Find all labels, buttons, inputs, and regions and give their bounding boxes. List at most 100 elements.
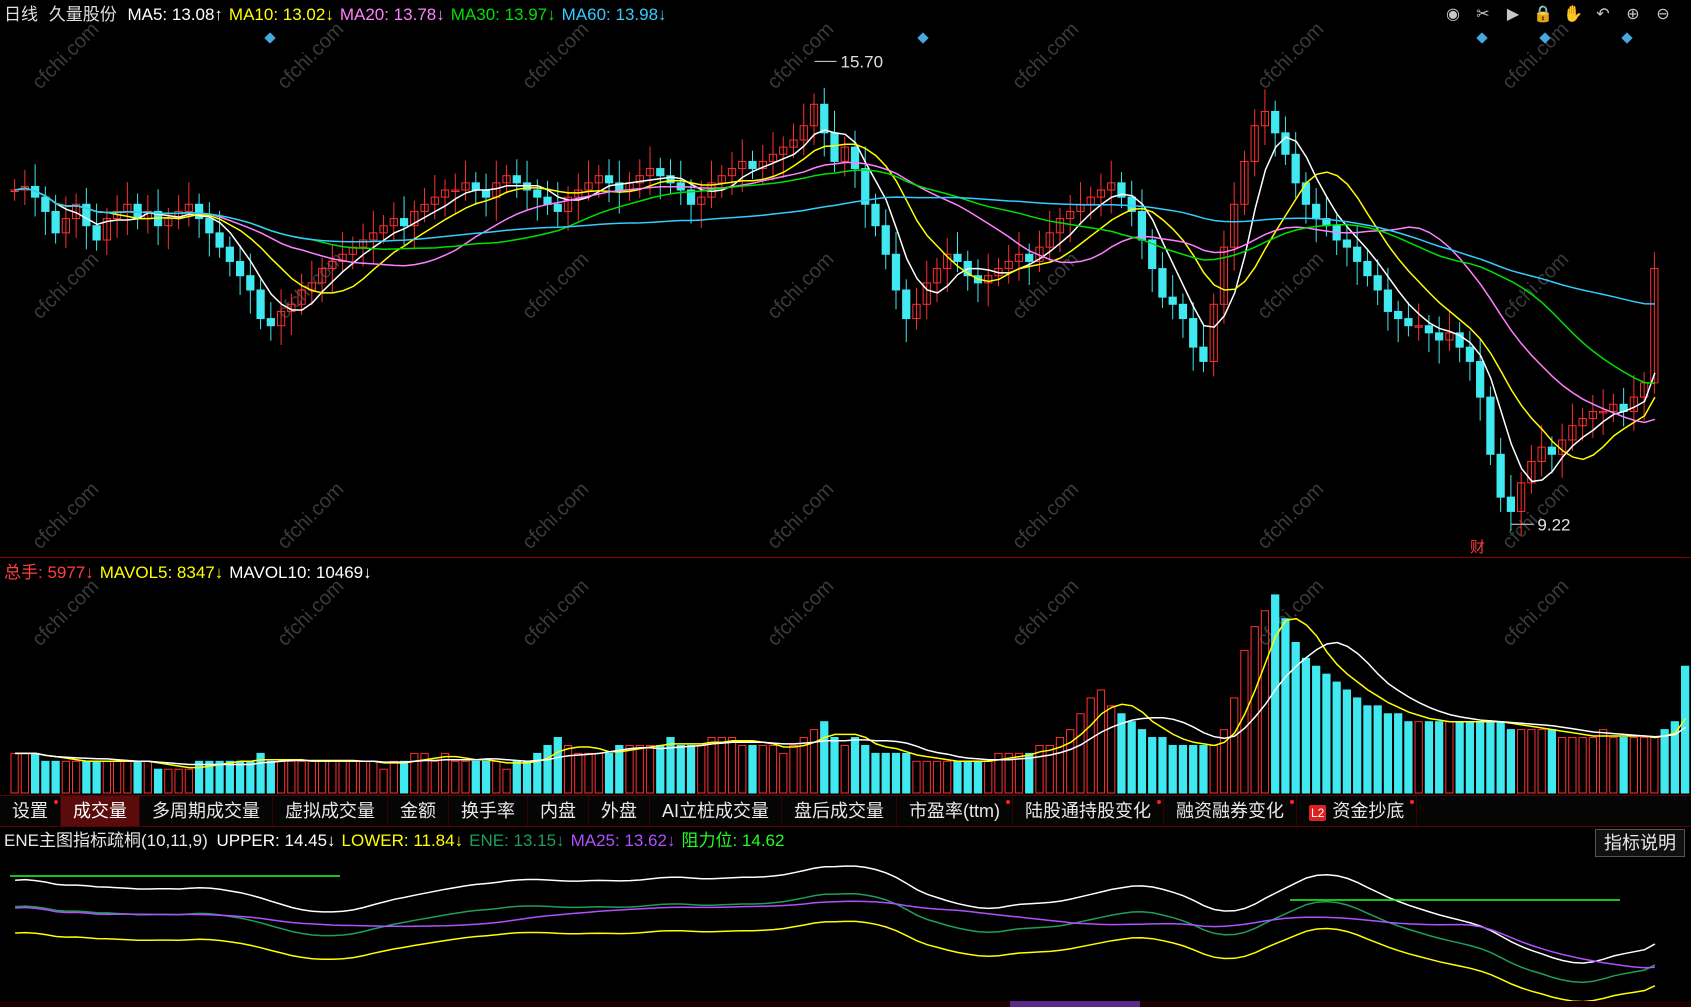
ma-legend-item-4: MA60: 13.98↓: [561, 5, 667, 24]
volume-bar: [1496, 721, 1505, 794]
volume-bar: [861, 744, 870, 794]
tab-10[interactable]: 市盈率(ttm): [897, 796, 1013, 826]
lock-icon[interactable]: 🔒: [1531, 3, 1555, 27]
volume-bar: [1117, 713, 1126, 794]
hand-icon[interactable]: ✋: [1561, 3, 1585, 27]
ma-legend-item-1: MA10: 13.02↓: [228, 5, 334, 24]
volume-bar: [338, 760, 347, 794]
candle: [246, 275, 255, 291]
watermark-text: cfchi.com: [518, 18, 593, 93]
watermark-text: cfchi.com: [763, 18, 838, 93]
tab-1[interactable]: 成交量: [61, 796, 140, 826]
volume-bar: [522, 760, 532, 794]
candle: [553, 203, 562, 212]
tab-7[interactable]: 外盘: [589, 796, 650, 826]
tab-3[interactable]: 虚拟成交量: [273, 796, 388, 826]
tab-11[interactable]: 陆股通持股变化: [1013, 796, 1164, 826]
watermark-text: cfchi.com: [1498, 575, 1573, 650]
candle: [604, 175, 614, 184]
event-diamond-icon[interactable]: [1476, 32, 1488, 44]
tab-9[interactable]: 盘后成交量: [782, 796, 898, 826]
tab-label: 金额: [400, 801, 436, 821]
volume-bar: [1578, 737, 1587, 794]
candle: [41, 196, 50, 212]
volume-bar: [1486, 721, 1495, 794]
volume-bar: [1066, 729, 1075, 794]
price-chart[interactable]: cfchi.com cfchi.com cfchi.com cfchi.com cfch…: [0, 0, 1691, 557]
volume-bar: [379, 768, 388, 794]
volume-bar: [850, 737, 860, 794]
zoom-in-icon[interactable]: ⊕: [1621, 3, 1645, 27]
volume-bar: [1383, 713, 1393, 794]
tab-dot: [1290, 800, 1294, 804]
volume-bar: [348, 760, 357, 794]
candle: [656, 168, 665, 177]
candle: [1025, 253, 1034, 262]
volume-bar: [984, 760, 993, 794]
candle: [533, 189, 542, 198]
tab-8[interactable]: AI立桩成交量: [650, 796, 783, 826]
volume-bar: [1394, 713, 1403, 794]
watermark-text: cfchi.com: [1253, 248, 1328, 323]
volume-bar: [1168, 744, 1177, 794]
time-scrollbar[interactable]: [0, 1001, 1691, 1007]
volume-bar: [543, 744, 552, 794]
indicator-explain-button[interactable]: 指标说明: [1595, 829, 1685, 857]
watermark-text: cfchi.com: [1498, 248, 1573, 323]
volume-bar: [830, 737, 839, 794]
volume-bar: [1086, 697, 1095, 794]
ene-lower-line: [15, 920, 1656, 1001]
volume-bar: [10, 752, 19, 794]
tab-2[interactable]: 多周期成交量: [140, 796, 273, 826]
scroll-thumb[interactable]: [1010, 1001, 1140, 1007]
tab-12[interactable]: 融资融券变化: [1164, 796, 1297, 826]
volume-bar: [758, 744, 767, 794]
volume-bar: [461, 760, 470, 794]
volume-bar: [563, 744, 573, 794]
candle: [205, 218, 214, 234]
watermark-text: cfchi.com: [518, 248, 593, 323]
volume-bar: [697, 744, 706, 794]
volume-chart[interactable]: cfchi.com cfchi.com cfchi.com cfchi.com cfch…: [0, 557, 1691, 795]
volume-bar: [133, 760, 142, 794]
tab-5[interactable]: 换手率: [449, 796, 528, 826]
volume-bar: [902, 752, 911, 794]
high-price-label: 15.70: [841, 52, 884, 71]
tab-0[interactable]: 设置: [0, 796, 61, 826]
undo-icon[interactable]: ↶: [1591, 3, 1615, 27]
candle: [481, 189, 491, 198]
candle: [820, 103, 829, 134]
volume-bar: [1640, 737, 1649, 794]
eye-icon[interactable]: ◉: [1441, 3, 1465, 27]
event-diamond-icon[interactable]: [264, 32, 276, 44]
volume-bar: [307, 760, 316, 794]
tab-13[interactable]: L2 资金抄底: [1297, 796, 1418, 826]
tab-label: 资金抄底: [1332, 801, 1405, 821]
volume-bar: [399, 760, 409, 794]
tab-4[interactable]: 金额: [388, 796, 449, 826]
volume-bar: [584, 752, 593, 794]
candle: [748, 160, 757, 170]
tab-label: AI立桩成交量: [662, 801, 770, 821]
tab-dot: [1410, 800, 1415, 804]
indicator-tab-bar: 设置 成交量 多周期成交量 虚拟成交量 金额 换手率 内盘 外盘 AI立桩成交量 盘后成交量 市盈率…: [0, 795, 1691, 827]
zoom-out-icon[interactable]: ⊖: [1651, 3, 1675, 27]
volume-bar: [676, 744, 685, 794]
tab-6[interactable]: 内盘: [528, 796, 589, 826]
candle: [1435, 332, 1444, 341]
volume-bar: [358, 760, 368, 794]
vol-legend-item-2: MAVOL10: 10469↓: [229, 563, 372, 582]
volume-bar: [943, 760, 952, 794]
ene-chart[interactable]: [0, 826, 1691, 1001]
event-diamond-icon[interactable]: [1621, 32, 1633, 44]
watermark-text: cfchi.com: [1253, 575, 1328, 650]
play-icon[interactable]: ▶: [1501, 3, 1525, 27]
volume-bar: [82, 760, 91, 794]
scissors-icon[interactable]: ✂: [1471, 3, 1495, 27]
volume-bar: [1404, 721, 1413, 794]
volume-bar: [1568, 737, 1577, 794]
ene-mid-line: [15, 892, 1656, 984]
volume-bar: [645, 744, 655, 794]
event-diamond-icon[interactable]: [917, 32, 929, 44]
candle: [953, 253, 962, 262]
